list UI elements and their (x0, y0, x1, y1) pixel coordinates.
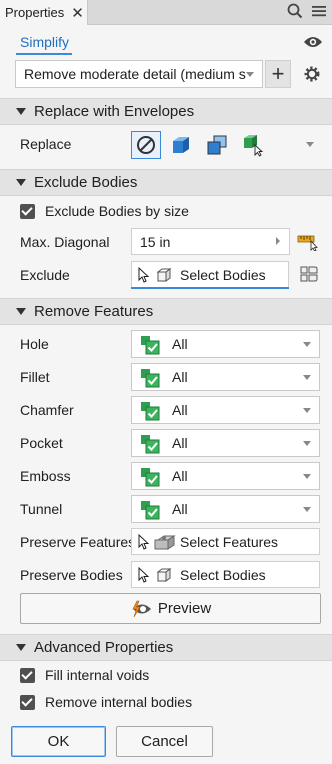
feature-filter-value: All (172, 501, 188, 517)
preserve-bodies-label: Preserve Bodies (20, 567, 123, 583)
gear-icon[interactable] (303, 65, 321, 83)
chevron-down-icon (303, 375, 311, 380)
feature-all-check-icon (141, 435, 160, 454)
exclude-by-size-label: Exclude Bodies by size (45, 203, 189, 219)
feature-filter-dropdown[interactable]: All (131, 330, 320, 358)
max-diagonal-input[interactable]: 15 in (131, 228, 290, 255)
preview-label: Preview (157, 600, 212, 617)
menu-icon[interactable] (312, 4, 326, 18)
feature-filter-dropdown[interactable]: All (131, 396, 320, 424)
feature-row-label: Emboss (20, 468, 71, 484)
close-icon[interactable]: ✕ (71, 4, 84, 22)
envelope-box-icon[interactable] (170, 134, 192, 156)
feature-row-label: Fillet (20, 369, 50, 385)
section-remove-features[interactable]: Remove Features (0, 298, 332, 325)
feature-filter-value: All (172, 369, 188, 385)
replace-none-button[interactable] (131, 131, 161, 159)
simplify-underline (16, 53, 72, 55)
preview-button[interactable]: Preview (20, 593, 321, 624)
replace-options-chevron-icon[interactable] (306, 142, 314, 147)
chevron-down-icon (303, 507, 311, 512)
section-title: Advanced Properties (34, 639, 174, 656)
feature-filter-value: All (172, 336, 188, 352)
envelope-select-icon[interactable] (241, 133, 265, 157)
chevron-down-icon (246, 72, 254, 77)
collapse-triangle-icon (16, 308, 26, 315)
cursor-arrow-icon (138, 533, 150, 550)
exclude-select-text: Select Bodies (180, 266, 266, 283)
chevron-down-icon (303, 474, 311, 479)
simplify-link[interactable]: Simplify (20, 34, 69, 50)
feature-filter-value: All (172, 435, 188, 451)
cancel-button[interactable]: Cancel (116, 726, 213, 757)
body-group-icon[interactable] (299, 264, 319, 284)
collapse-triangle-icon (16, 179, 26, 186)
section-title: Replace with Envelopes (34, 103, 195, 120)
feature-row-label: Hole (20, 336, 49, 352)
exclude-by-size-checkbox[interactable] (20, 204, 35, 219)
feature-row-label: Chamfer (20, 402, 74, 418)
feature-filter-value: All (172, 468, 188, 484)
feature-solid-icon (154, 534, 176, 550)
envelope-cylinder-icon[interactable] (205, 134, 229, 156)
section-replace-envelopes[interactable]: Replace with Envelopes (0, 98, 332, 125)
search-icon[interactable] (287, 3, 303, 19)
remove-internal-bodies-label: Remove internal bodies (45, 694, 193, 710)
cursor-arrow-icon (138, 566, 150, 583)
preset-dropdown[interactable]: Remove moderate detail (medium si (15, 60, 263, 88)
section-advanced-properties[interactable]: Advanced Properties (0, 634, 332, 661)
visibility-eye-icon[interactable] (303, 35, 323, 49)
tab-title: Properties (5, 5, 65, 20)
preserve-bodies-select[interactable]: Select Bodies (131, 561, 320, 588)
no-symbol-icon (137, 136, 155, 154)
feature-filter-dropdown[interactable]: All (131, 495, 320, 523)
body-cube-icon (156, 567, 172, 582)
feature-filter-value: All (172, 402, 188, 418)
exclude-label: Exclude (20, 267, 70, 283)
feature-all-check-icon (141, 468, 160, 487)
preserve-features-label: Preserve Features (20, 534, 136, 550)
ok-button[interactable]: OK (11, 726, 106, 757)
body-cube-icon (156, 267, 172, 282)
fill-internal-voids-label: Fill internal voids (45, 667, 150, 683)
exclude-select-bodies[interactable]: Select Bodies (131, 261, 289, 288)
chevron-down-icon (303, 441, 311, 446)
chevron-down-icon (303, 342, 311, 347)
feature-all-check-icon (141, 369, 160, 388)
feature-row-label: Pocket (20, 435, 63, 451)
replace-label: Replace (20, 136, 72, 152)
feature-row-label: Tunnel (20, 501, 63, 517)
fill-internal-voids-checkbox[interactable] (20, 668, 35, 683)
max-diagonal-value: 15 in (140, 233, 171, 250)
cursor-arrow-icon (138, 266, 150, 283)
feature-filter-dropdown[interactable]: All (131, 429, 320, 457)
chevron-right-icon (276, 237, 280, 245)
collapse-triangle-icon (16, 108, 26, 115)
feature-all-check-icon (141, 336, 160, 355)
tab-bar: Properties ✕ (0, 0, 332, 25)
exclude-select-focus-line (131, 287, 289, 289)
preserve-features-select[interactable]: Select Features (131, 528, 320, 555)
collapse-triangle-icon (16, 644, 26, 651)
preview-lightning-eye-icon (132, 600, 151, 617)
feature-filter-dropdown[interactable]: All (131, 363, 320, 391)
measure-ruler-icon[interactable] (297, 231, 319, 251)
feature-filter-dropdown[interactable]: All (131, 462, 320, 490)
max-diagonal-label: Max. Diagonal (20, 234, 110, 250)
chevron-down-icon (303, 408, 311, 413)
tab-properties[interactable]: Properties ✕ (0, 0, 88, 25)
section-title: Exclude Bodies (34, 174, 138, 191)
feature-all-check-icon (141, 501, 160, 520)
add-preset-button[interactable]: + (265, 60, 291, 88)
section-exclude-bodies[interactable]: Exclude Bodies (0, 169, 332, 196)
preserve-features-text: Select Features (180, 533, 279, 550)
preset-value: Remove moderate detail (medium si (24, 66, 246, 82)
feature-all-check-icon (141, 402, 160, 421)
preserve-bodies-text: Select Bodies (180, 566, 266, 583)
section-title: Remove Features (34, 303, 154, 320)
remove-internal-bodies-checkbox[interactable] (20, 695, 35, 710)
